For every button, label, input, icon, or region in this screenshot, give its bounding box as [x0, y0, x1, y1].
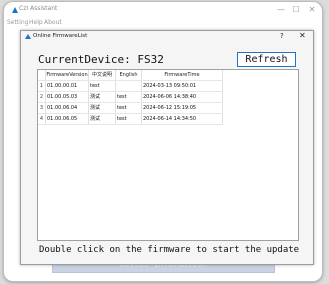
row-number: 2: [38, 92, 46, 102]
cell-version: 01.00.06.05: [46, 114, 89, 124]
menu-about[interactable]: About: [44, 19, 62, 26]
cell-chinese: 测试: [89, 103, 116, 113]
row-number: 4: [38, 114, 46, 124]
row-divider: [38, 124, 223, 125]
cell-version: 01.00.05.03: [46, 92, 89, 102]
dialog-titlebar: Online FirmwareList ? ✕: [21, 31, 313, 43]
column-header-version[interactable]: FirmwareVersion: [46, 70, 89, 80]
app-title: CzI Assistant: [19, 5, 58, 12]
menu-help[interactable]: Help: [29, 19, 43, 26]
column-header-time[interactable]: FirmwareTime: [142, 70, 223, 80]
cell-time: 2024-03-13 09:50:01: [142, 81, 223, 91]
cell-time: 2024-06-12 15:19:05: [142, 103, 223, 113]
cell-version: 01.00.00.01: [46, 81, 89, 91]
row-number: 3: [38, 103, 46, 113]
menu-bar: Setting Help About: [4, 18, 322, 28]
table-corner: [38, 70, 46, 80]
update-hint-text: Double click on the firmware to start th…: [39, 245, 300, 255]
current-device-label: CurrentDevice: FS32: [38, 53, 164, 66]
menu-setting[interactable]: Setting: [7, 19, 28, 26]
dialog-help-button[interactable]: ?: [280, 32, 284, 40]
cell-chinese: 测试: [89, 92, 116, 102]
dialog-title: Online FirmwareList: [33, 33, 88, 39]
row-number: 1: [38, 81, 46, 91]
column-header-chinese[interactable]: 中文说明: [89, 70, 116, 80]
maximize-button[interactable]: ☐: [290, 4, 302, 15]
app-logo-icon: [12, 7, 18, 13]
cell-chinese: 测试: [89, 114, 116, 124]
cell-version: 01.00.06.04: [46, 103, 89, 113]
close-button[interactable]: ✕: [306, 4, 318, 15]
firmware-table: FirmwareVersion 中文说明 English FirmwareTim…: [37, 69, 299, 241]
cell-time: 2024-06-14 14:34:50: [142, 114, 223, 124]
cell-english: [116, 81, 142, 91]
cell-english: test: [116, 92, 142, 102]
cell-time: 2024-06-06 14:38:40: [142, 92, 223, 102]
refresh-button[interactable]: Refresh: [237, 52, 296, 67]
dialog-logo-icon: [25, 34, 31, 39]
cell-english: test: [116, 103, 142, 113]
minimize-button[interactable]: —: [275, 4, 287, 15]
column-header-english[interactable]: English: [116, 70, 142, 80]
online-firmware-list-dialog: Online FirmwareList ? ✕ CurrentDevice: F…: [20, 30, 314, 265]
dialog-close-button[interactable]: ✕: [299, 31, 306, 40]
main-window-titlebar: CzI Assistant — ☐ ✕: [4, 2, 322, 18]
cell-chinese: test: [89, 81, 116, 91]
cell-english: test: [116, 114, 142, 124]
